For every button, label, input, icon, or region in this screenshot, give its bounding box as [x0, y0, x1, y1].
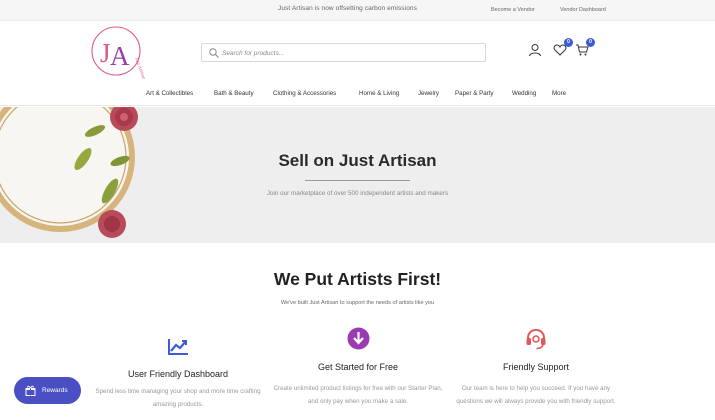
category-nav: Art & Collectibles Bath & Beauty Clothin… — [0, 90, 715, 100]
rewards-button[interactable]: Rewards — [14, 377, 81, 404]
cart-button[interactable]: 0 — [575, 38, 595, 57]
feature-get-started-free: Get Started for Free Create unlimited pr… — [273, 327, 443, 408]
svg-text:J: J — [100, 38, 111, 68]
embroidery-hoop-image — [0, 107, 138, 238]
site-logo[interactable]: J A Just Artisan — [89, 23, 146, 81]
hero-title: Sell on Just Artisan — [278, 151, 437, 170]
become-vendor-link[interactable]: Become a Vendor — [491, 7, 535, 13]
nav-item-bath-beauty[interactable]: Bath & Beauty — [214, 90, 254, 97]
search-box[interactable] — [201, 43, 486, 62]
site-header: J A Just Artisan 0 0 Art & Collectibl — [0, 21, 715, 106]
wishlist-button[interactable]: 0 — [553, 38, 573, 57]
feature-description: Spend less time managing your shop and m… — [95, 388, 261, 408]
feature-description: Our team is here to help you succeed. If… — [456, 385, 616, 405]
cart-count-badge: 0 — [586, 38, 595, 47]
feature-title: Get Started for Free — [317, 362, 399, 372]
account-icon[interactable] — [528, 43, 542, 57]
features-subtitle: We've built Just Artisan to support the … — [280, 300, 435, 306]
nav-item-home-living[interactable]: Home & Living — [359, 90, 399, 97]
feature-title: Friendly Support — [502, 362, 570, 372]
rewards-label: Rewards — [42, 387, 68, 394]
hero-banner: Sell on Just Artisan Join our marketplac… — [0, 107, 715, 243]
features-title: We Put Artists First! — [273, 269, 442, 289]
feature-title: User Friendly Dashboard — [127, 369, 229, 379]
chart-icon — [168, 339, 188, 355]
svg-text:Just Artisan: Just Artisan — [133, 57, 145, 79]
headset-icon — [526, 328, 546, 350]
announcement-text: Just Artisan is now offsetting carbon em… — [278, 5, 417, 12]
nav-item-more[interactable]: More — [552, 90, 566, 97]
feature-description: Create unlimited product listings for fr… — [273, 385, 443, 405]
nav-item-jewelry[interactable]: Jewelry — [418, 90, 439, 97]
wishlist-count-badge: 0 — [564, 38, 573, 47]
feature-friendly-support: Friendly Support Our team is here to hel… — [451, 327, 621, 408]
hero-subtitle: Join our marketplace of over 500 indepen… — [266, 190, 449, 197]
nav-item-wedding[interactable]: Wedding — [512, 90, 536, 97]
nav-item-art-collectibles[interactable]: Art & Collectibles — [146, 90, 193, 97]
feature-user-friendly-dashboard: User Friendly Dashboard Spend less time … — [93, 338, 263, 411]
announcement-bar: Just Artisan is now offsetting carbon em… — [0, 0, 715, 21]
svg-text:A: A — [110, 41, 130, 71]
nav-item-clothing-accessories[interactable]: Clothing & Accessories — [273, 90, 336, 97]
vendor-dashboard-link[interactable]: Vendor Dashboard — [560, 7, 606, 13]
download-circle-icon — [347, 327, 369, 350]
gift-icon — [25, 385, 36, 396]
hero-divider — [305, 180, 410, 181]
search-input[interactable] — [222, 46, 477, 60]
search-icon — [209, 48, 219, 58]
nav-item-paper-party[interactable]: Paper & Party — [455, 90, 494, 97]
